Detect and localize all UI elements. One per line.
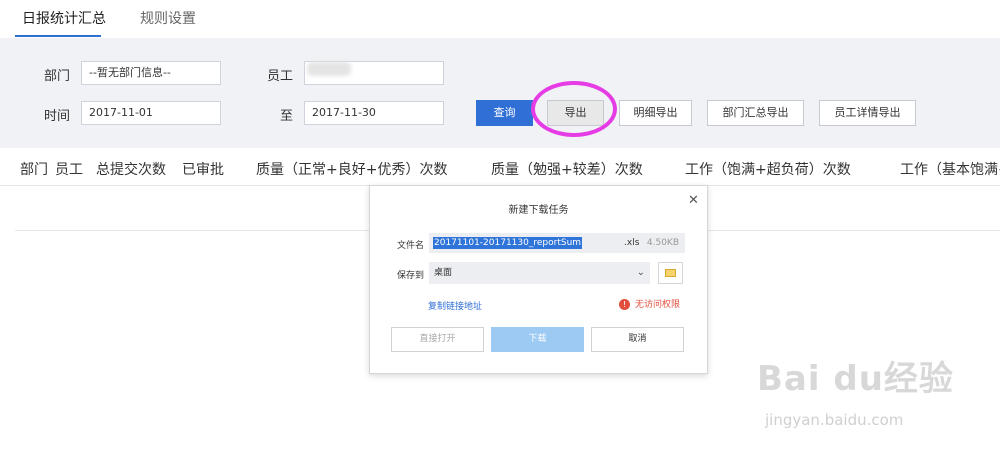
filename-extension: .xls <box>624 238 640 248</box>
watermark-url: jingyan.baidu.com <box>765 411 904 429</box>
col-header-work-basic: 工作（基本饱满+ <box>900 162 1000 178</box>
to-label: 至 <box>280 109 294 124</box>
folder-icon <box>665 269 676 277</box>
saveto-value: 桌面 <box>434 268 453 278</box>
saveto-label: 保存到 <box>397 271 425 281</box>
query-button[interactable]: 查询 <box>476 100 533 126</box>
watermark: Bai du经验 jingyan.baidu.com <box>757 343 957 433</box>
col-header-approved: 已审批 <box>182 162 224 178</box>
tab-bar: 日报统计汇总 规则设置 <box>0 0 1000 38</box>
chevron-down-icon: ⌄ <box>636 267 645 278</box>
start-date-input[interactable]: 2017-11-01 <box>81 101 221 125</box>
staff-detail-export-button[interactable]: 员工详情导出 <box>819 100 916 126</box>
dialog-title: 新建下载任务 <box>508 205 569 216</box>
open-directly-button[interactable]: 直接打开 <box>391 327 484 352</box>
filename-selected-text: 20171101-20171130_reportSum <box>433 237 583 249</box>
dept-label: 部门 <box>44 69 71 84</box>
col-header-dept: 部门 <box>20 162 48 178</box>
staff-label: 员工 <box>267 69 294 84</box>
dept-summary-export-button[interactable]: 部门汇总导出 <box>707 100 804 126</box>
redacted-text <box>307 62 351 76</box>
col-header-quality-good: 质量（正常+良好+优秀）次数 <box>256 162 448 178</box>
dept-select[interactable]: --暂无部门信息-- <box>81 61 221 85</box>
download-button[interactable]: 下载 <box>491 327 584 352</box>
close-icon[interactable]: ✕ <box>688 193 699 208</box>
export-button[interactable]: 导出 <box>547 100 604 126</box>
saveto-select[interactable]: 桌面 ⌄ <box>429 262 650 284</box>
watermark-logo: Bai du经验 <box>757 359 954 399</box>
detail-export-button[interactable]: 明细导出 <box>619 100 692 126</box>
cancel-button[interactable]: 取消 <box>591 327 684 352</box>
copy-link-button[interactable]: 复制链接地址 <box>428 299 482 312</box>
warning-icon: ! <box>619 299 630 310</box>
filter-panel: 部门 --暂无部门信息-- 员工 时间 2017-11-01 至 2017-11… <box>0 38 1000 148</box>
tab-daily-summary[interactable]: 日报统计汇总 <box>22 8 106 28</box>
file-size: 4.50KB <box>646 238 679 248</box>
col-header-staff: 员工 <box>55 162 83 178</box>
warning-text: 无访问权限 <box>635 300 681 310</box>
filename-label: 文件名 <box>397 241 425 251</box>
col-header-quality-poor: 质量（勉强+较差）次数 <box>491 162 643 178</box>
end-date-input[interactable]: 2017-11-30 <box>304 101 444 125</box>
browse-folder-button[interactable] <box>658 262 683 284</box>
no-access-warning: ! 无访问权限 <box>619 297 680 310</box>
filename-input[interactable]: 20171101-20171130_reportSum .xls 4.50KB <box>429 233 685 253</box>
col-header-work-full: 工作（饱满+超负荷）次数 <box>685 162 851 178</box>
col-header-total: 总提交次数 <box>96 162 166 178</box>
download-dialog: 新建下载任务 ✕ 文件名 20171101-20171130_reportSum… <box>369 185 708 374</box>
time-label: 时间 <box>44 109 71 124</box>
active-tab-indicator <box>15 35 101 37</box>
table-header: 部门 员工 总提交次数 已审批 质量（正常+良好+优秀）次数 质量（勉强+较差）… <box>0 148 1000 186</box>
tab-rule-settings[interactable]: 规则设置 <box>140 8 196 28</box>
